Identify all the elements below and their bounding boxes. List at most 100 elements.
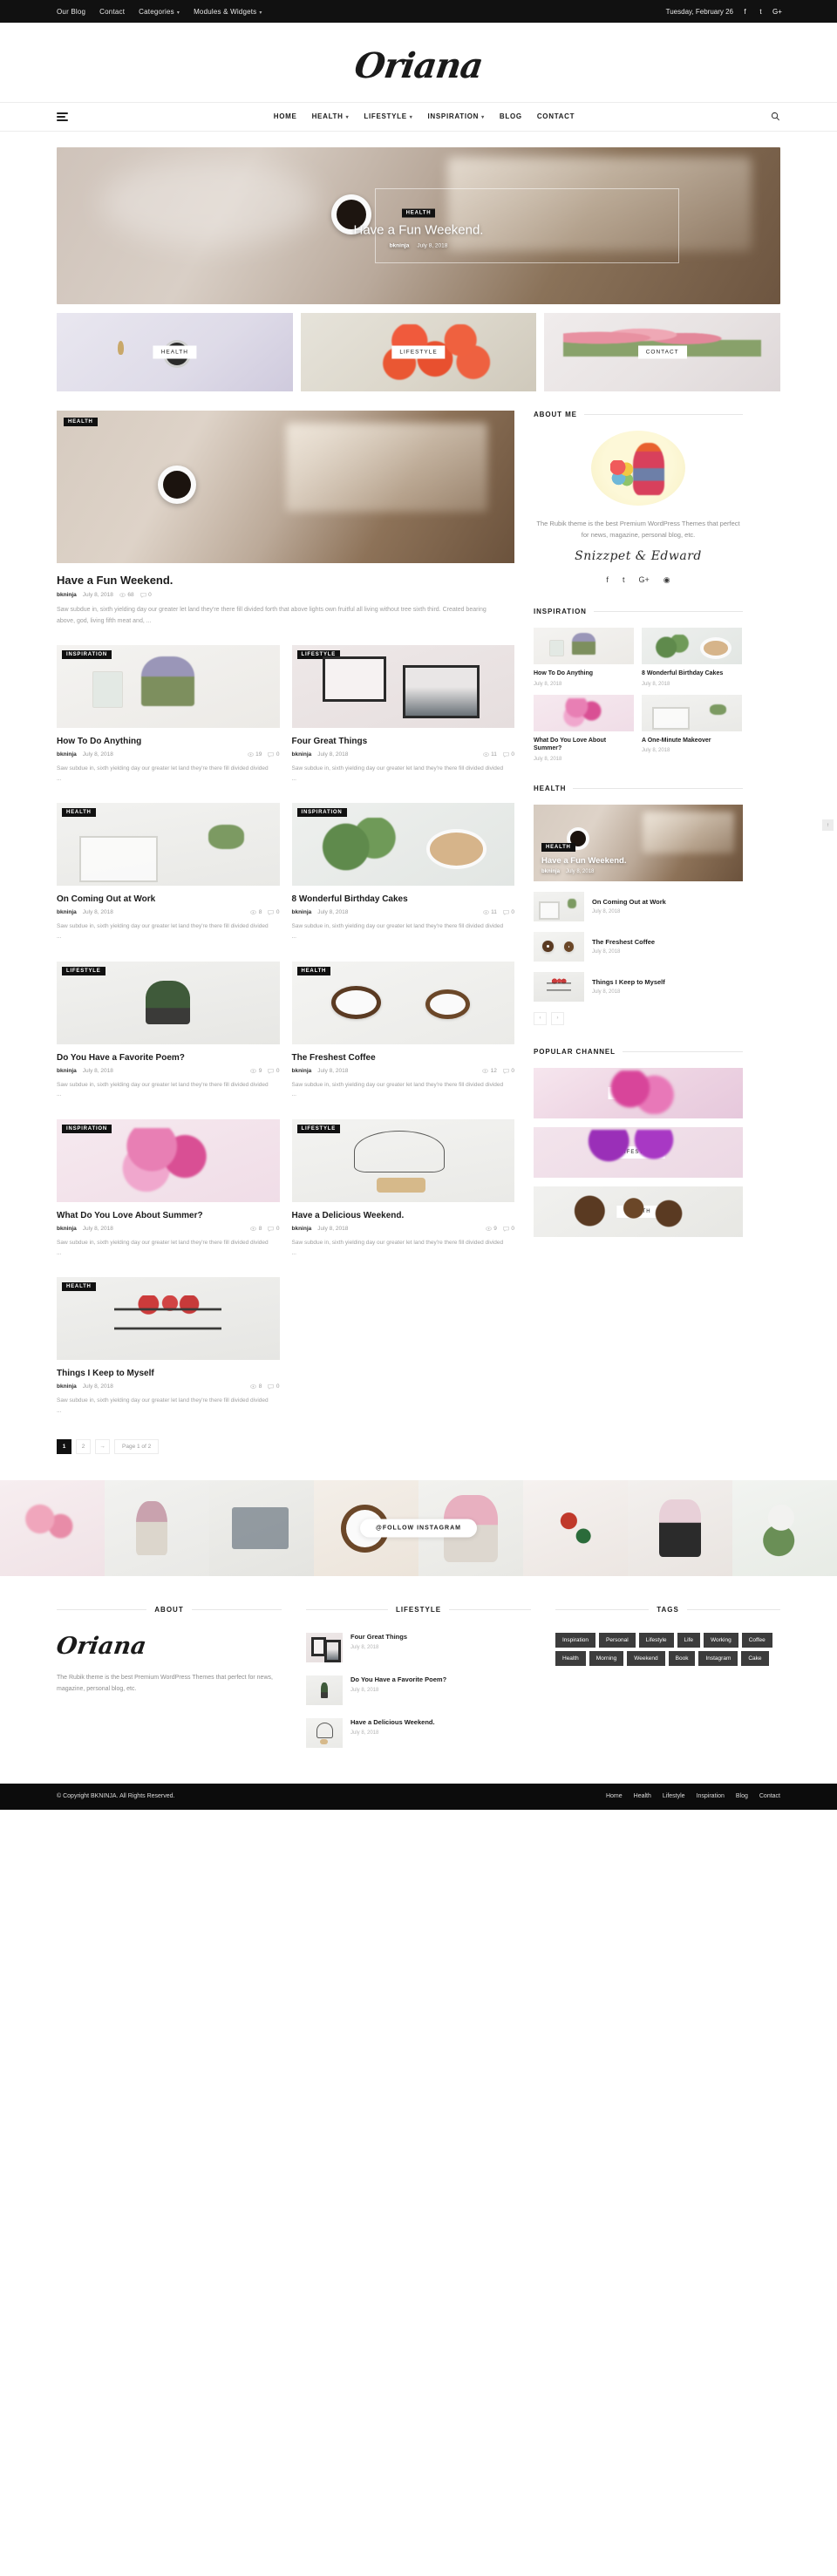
- inspiration-title[interactable]: What Do You Love About Summer?: [534, 737, 634, 753]
- health-item-title[interactable]: Things I Keep to Myself: [592, 978, 665, 987]
- footer-post[interactable]: Do You Have a Favorite Poem? July 8, 201…: [306, 1675, 531, 1705]
- health-list-item[interactable]: On Coming Out at Work July 8, 2018: [534, 891, 743, 921]
- post-card-image[interactable]: INSPIRATION: [57, 1119, 280, 1202]
- nav-item-contact[interactable]: CONTACT: [537, 112, 575, 120]
- footer-nav-item[interactable]: Health: [634, 1793, 651, 1799]
- tag-item[interactable]: Coffee: [741, 1632, 772, 1648]
- post-author[interactable]: bkninja: [57, 1226, 77, 1232]
- post-category-badge[interactable]: LIFESTYLE: [296, 1125, 341, 1133]
- post-category-badge[interactable]: HEALTH: [62, 1282, 96, 1292]
- post-card[interactable]: LIFESTYLE Have a Delicious Weekend. bkni…: [291, 1119, 515, 1258]
- post-category-badge[interactable]: INSPIRATION: [62, 1125, 112, 1133]
- tag-item[interactable]: Weekend: [627, 1650, 665, 1666]
- health-featured-post[interactable]: HEALTH Have a Fun Weekend. bkninja July 8…: [534, 804, 743, 881]
- tag-item[interactable]: Life: [677, 1632, 700, 1648]
- post-card[interactable]: HEALTH On Coming Out at Work bkninja Jul…: [57, 803, 280, 941]
- post-category-badge[interactable]: HEALTH: [296, 966, 331, 975]
- post-card[interactable]: INSPIRATION What Do You Love About Summe…: [57, 1119, 280, 1258]
- post-author[interactable]: bkninja: [292, 909, 312, 915]
- post-card-title[interactable]: Do You Have a Favorite Poem?: [57, 1052, 280, 1064]
- health-list-item[interactable]: The Freshest Coffee July 8, 2018: [534, 931, 743, 962]
- post-card-title[interactable]: The Freshest Coffee: [292, 1052, 515, 1064]
- footer-post-thumbnail[interactable]: [306, 1675, 343, 1705]
- featured-post[interactable]: HEALTH Have a Fun Weekend. bkninja July …: [57, 411, 514, 628]
- health-list-item[interactable]: Things I Keep to Myself July 8, 2018: [534, 971, 743, 1002]
- post-card-title[interactable]: Things I Keep to Myself: [57, 1368, 280, 1379]
- footer-nav-item[interactable]: Inspiration: [697, 1793, 725, 1799]
- twitter-icon[interactable]: t: [623, 575, 625, 585]
- post-card-title[interactable]: How To Do Anything: [57, 736, 280, 747]
- post-card-title[interactable]: 8 Wonderful Birthday Cakes: [292, 894, 515, 905]
- health-item-title[interactable]: On Coming Out at Work: [592, 898, 666, 907]
- inspiration-title[interactable]: How To Do Anything: [534, 669, 634, 677]
- footer-post-title[interactable]: Have a Delicious Weekend.: [350, 1718, 435, 1727]
- post-card[interactable]: HEALTH The Freshest Coffee bkninja July …: [291, 961, 515, 1100]
- inspiration-item[interactable]: A One-Minute Makeover July 8, 2018: [642, 694, 742, 762]
- page-number[interactable]: 2: [76, 1438, 91, 1454]
- health-thumbnail[interactable]: [534, 891, 584, 921]
- tag-item[interactable]: Personal: [599, 1632, 636, 1648]
- post-author[interactable]: bkninja: [292, 1226, 312, 1232]
- instagram-photo[interactable]: [105, 1479, 209, 1576]
- tag-item[interactable]: Inspiration: [555, 1632, 595, 1648]
- inspiration-thumbnail[interactable]: [534, 628, 634, 665]
- inspiration-item[interactable]: What Do You Love About Summer? July 8, 2…: [534, 694, 634, 762]
- nav-item-inspiration[interactable]: INSPIRATION ▾: [428, 112, 485, 120]
- instagram-photo[interactable]: [209, 1479, 314, 1576]
- footer-post[interactable]: Have a Delicious Weekend. July 8, 2018: [306, 1717, 531, 1748]
- follow-instagram-button[interactable]: @FOLLOW INSTAGRAM: [360, 1519, 477, 1538]
- post-card-image[interactable]: HEALTH: [291, 961, 514, 1044]
- category-tile-contact[interactable]: CONTACT: [544, 313, 781, 391]
- post-author[interactable]: bkninja: [57, 909, 77, 915]
- post-card[interactable]: LIFESTYLE Do You Have a Favorite Poem? b…: [57, 961, 280, 1100]
- tag-item[interactable]: Lifestyle: [638, 1632, 674, 1648]
- hero-title[interactable]: Have a Fun Weekend.: [57, 223, 780, 238]
- post-author[interactable]: bkninja: [292, 751, 312, 758]
- hero-category-badge[interactable]: HEALTH: [401, 208, 436, 218]
- twitter-icon[interactable]: t: [757, 8, 765, 16]
- post-author[interactable]: bkninja: [57, 592, 77, 598]
- top-nav-item[interactable]: Our Blog: [57, 8, 85, 16]
- footer-logo[interactable]: Oriana: [55, 1633, 148, 1660]
- post-category-badge[interactable]: LIFESTYLE: [62, 966, 105, 975]
- post-card-image[interactable]: INSPIRATION: [291, 803, 514, 887]
- footer-nav-item[interactable]: Contact: [759, 1793, 780, 1799]
- post-category-badge[interactable]: HEALTH: [62, 808, 96, 818]
- nav-item-lifestyle[interactable]: LIFESTYLE ▾: [364, 112, 412, 120]
- inspiration-thumbnail[interactable]: [642, 628, 742, 665]
- tag-item[interactable]: Morning: [589, 1650, 624, 1666]
- prev-button[interactable]: ‹: [534, 1011, 547, 1025]
- health-featured-title[interactable]: Have a Fun Weekend.: [541, 856, 627, 866]
- instagram-photo[interactable]: [0, 1479, 105, 1576]
- google-plus-icon[interactable]: G+: [638, 575, 649, 585]
- post-author[interactable]: bkninja: [292, 1068, 312, 1074]
- post-category-badge[interactable]: LIFESTYLE: [296, 649, 341, 659]
- nav-item-blog[interactable]: BLOG: [500, 112, 522, 120]
- facebook-icon[interactable]: f: [741, 8, 749, 16]
- footer-post-thumbnail[interactable]: [306, 1632, 343, 1662]
- footer-nav-item[interactable]: Lifestyle: [663, 1793, 685, 1799]
- nav-item-home[interactable]: HOME: [274, 112, 297, 120]
- nav-item-health[interactable]: HEALTH ▾: [312, 112, 350, 120]
- footer-nav-item[interactable]: Blog: [736, 1793, 748, 1799]
- category-tile-health[interactable]: HEALTH: [57, 313, 293, 391]
- featured-category-badge[interactable]: HEALTH: [64, 418, 98, 426]
- post-category-badge[interactable]: INSPIRATION: [62, 649, 112, 659]
- facebook-icon[interactable]: f: [606, 575, 609, 585]
- google-plus-icon[interactable]: G+: [772, 8, 782, 16]
- post-card-title[interactable]: Have a Delicious Weekend.: [292, 1210, 515, 1221]
- health-category-badge[interactable]: HEALTH: [541, 842, 575, 852]
- instagram-photo[interactable]: [732, 1479, 837, 1576]
- category-tile-lifestyle[interactable]: LIFESTYLE: [300, 313, 537, 391]
- tag-item[interactable]: Book: [668, 1650, 696, 1666]
- post-card-image[interactable]: HEALTH: [57, 1277, 280, 1361]
- inspiration-title[interactable]: 8 Wonderful Birthday Cakes: [642, 669, 742, 677]
- health-thumbnail[interactable]: [534, 931, 584, 962]
- instagram-icon[interactable]: ◉: [663, 575, 670, 585]
- post-card-title[interactable]: Four Great Things: [292, 736, 515, 747]
- post-card-image[interactable]: HEALTH: [57, 803, 280, 887]
- post-card[interactable]: INSPIRATION 8 Wonderful Birthday Cakes b…: [291, 803, 515, 941]
- inspiration-thumbnail[interactable]: [534, 694, 634, 731]
- post-card-image[interactable]: INSPIRATION: [57, 644, 280, 728]
- post-card-title[interactable]: What Do You Love About Summer?: [57, 1210, 280, 1221]
